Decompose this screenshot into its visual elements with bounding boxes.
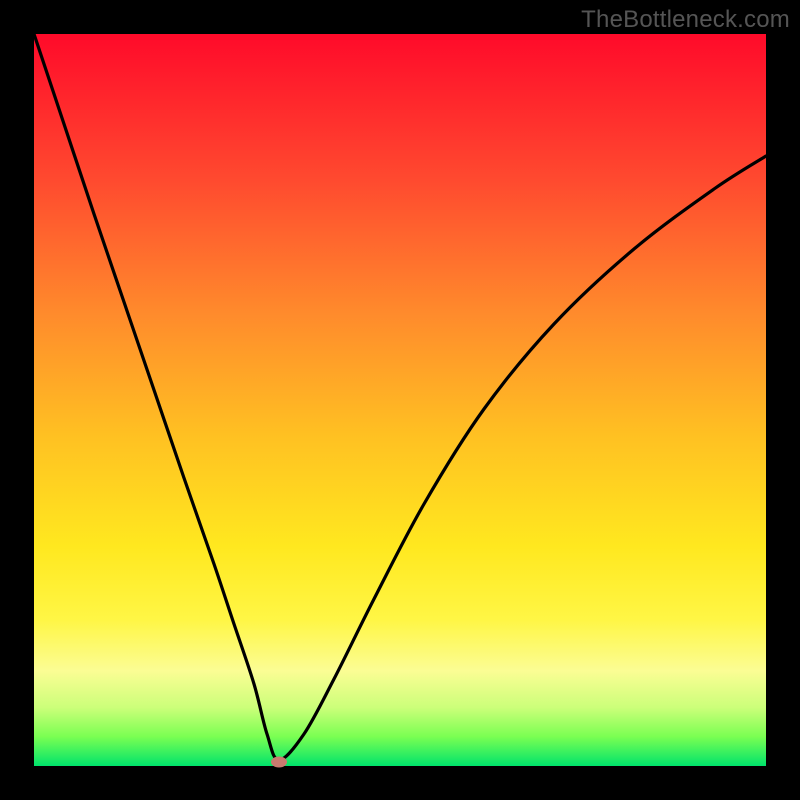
watermark-text: TheBottleneck.com (581, 6, 790, 34)
curve-svg (34, 34, 766, 766)
minimum-marker (271, 757, 287, 768)
chart-frame: TheBottleneck.com (0, 0, 800, 800)
plot-area (34, 34, 766, 766)
bottleneck-curve (34, 34, 766, 760)
